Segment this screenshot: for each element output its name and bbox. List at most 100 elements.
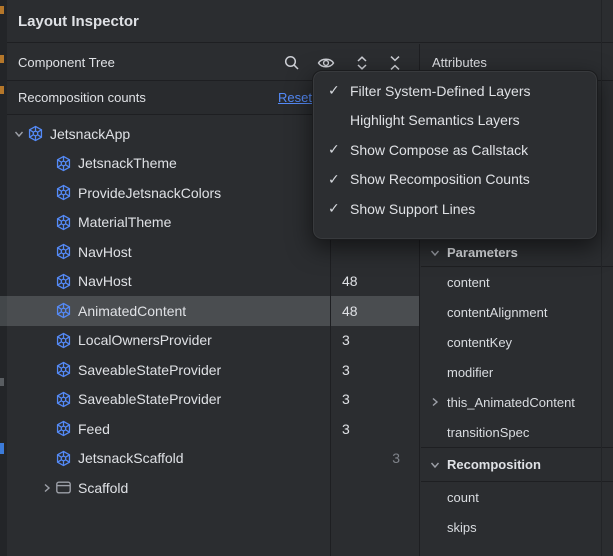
menu-item-filter-system-defined-layers[interactable]: ✓Filter System-Defined Layers [313,76,597,106]
tree-row-saveablestateprovider[interactable]: SaveableStateProvider 3 [7,385,419,415]
menu-item-label: Filter System-Defined Layers [350,83,531,99]
tree-row-label: JetsnackScaffold [78,450,184,466]
recomposition-count-value: 3 [342,326,350,356]
menu-item-show-compose-as-callstack[interactable]: ✓Show Compose as Callstack [313,135,597,165]
attr-item-count[interactable]: count [421,482,613,512]
gutter-warning-mark [0,55,4,63]
compose-node-icon [55,361,72,378]
attr-section-recomposition[interactable]: Recomposition [421,447,613,482]
attr-item-content[interactable]: content [421,267,613,297]
checkmark-icon: ✓ [328,200,350,217]
tree-row-saveablestateprovider[interactable]: SaveableStateProvider 3 [7,355,419,385]
expander-spacer [39,185,55,201]
attr-item-label: skips [447,520,477,535]
chevron-down-icon[interactable] [429,247,441,259]
tree-row-label: LocalOwnersProvider [78,332,212,348]
attr-item-modifier[interactable]: modifier [421,357,613,387]
attr-item-label: contentKey [447,335,512,350]
attributes-right-edge [601,0,602,556]
checkmark-icon: ✓ [328,82,350,99]
tree-row-label: NavHost [78,244,132,260]
menu-item-show-recomposition-counts[interactable]: ✓Show Recomposition Counts [313,165,597,195]
attr-item-label: this_AnimatedContent [447,395,575,410]
search-icon[interactable] [283,54,301,72]
gutter-caret-mark [0,378,4,386]
menu-item-label: Show Support Lines [350,201,475,217]
menu-item-label: Show Recomposition Counts [350,171,530,187]
tree-row-animatedcontent[interactable]: AnimatedContent 48 [7,296,419,326]
recomposition-count-value: 3 [342,355,350,385]
attr-section-parameters[interactable]: Parameters [421,239,613,267]
expander-spacer [39,155,55,171]
compose-node-icon [55,391,72,408]
component-tree-title: Component Tree [18,55,115,70]
checkmark-icon: ✓ [328,141,350,158]
attr-item-label: contentAlignment [447,305,547,320]
expander-spacer [39,214,55,230]
attr-item-transitionSpec[interactable]: transitionSpec [421,417,613,447]
expander-spacer [39,450,55,466]
attr-item-label: transitionSpec [447,425,529,440]
tree-row-label: SaveableStateProvider [78,391,221,407]
expander-spacer [39,391,55,407]
compose-node-icon [55,184,72,201]
expander-spacer [39,421,55,437]
attr-item-label: count [447,490,479,505]
attr-item-this_AnimatedContent[interactable]: this_AnimatedContent [421,387,613,417]
reset-counts-link[interactable]: Reset [278,81,312,115]
recomposition-counts-label: Recomposition counts [18,90,146,105]
scaffold-view-icon [55,479,72,496]
attr-section-title: Parameters [447,245,518,260]
recomposition-count-value: 48 [342,267,358,297]
chevron-down-icon[interactable] [429,459,441,471]
compose-node-icon [55,243,72,260]
compose-node-icon [55,273,72,290]
expander-spacer [39,362,55,378]
gutter-warning-mark [0,86,4,94]
expander-spacer [39,244,55,260]
attr-item-label: content [447,275,490,290]
tree-row-label: JetsnackTheme [78,155,177,171]
expander-spacer [39,332,55,348]
layout-inspector-window: Layout Inspector Component Tree [0,0,613,556]
recomposition-count-value: 3 [342,385,350,415]
tree-row-jetsnackscaffold[interactable]: JetsnackScaffold 3 [7,444,419,474]
menu-item-show-support-lines[interactable]: ✓Show Support Lines [313,194,597,224]
tree-row-label: JetsnackApp [50,126,130,142]
chevron-down-icon[interactable] [11,126,27,142]
page-title: Layout Inspector [7,0,613,43]
tree-row-scaffold[interactable]: Scaffold [7,473,419,503]
menu-item-label: Show Compose as Callstack [350,142,528,158]
view-options-dropdown-menu: ✓Filter System-Defined LayersHighlight S… [312,70,598,240]
tree-row-label: Scaffold [78,480,128,496]
attr-item-contentKey[interactable]: contentKey [421,327,613,357]
compose-node-icon [55,450,72,467]
chevron-right-icon[interactable] [39,480,55,496]
recomposition-count-value: 48 [342,296,358,326]
menu-item-highlight-semantics-layers[interactable]: Highlight Semantics Layers [313,106,597,136]
tree-row-label: SaveableStateProvider [78,362,221,378]
expander-spacer [39,303,55,319]
tree-row-feed[interactable]: Feed 3 [7,414,419,444]
menu-item-label: Highlight Semantics Layers [350,112,520,128]
attr-item-label: modifier [447,365,493,380]
tree-row-navhost[interactable]: NavHost 48 [7,267,419,297]
chevron-right-icon[interactable] [429,396,441,408]
gutter-warning-mark [0,6,4,14]
left-gutter-strip [0,0,7,556]
recomposition-skips-value: 3 [375,444,400,474]
gutter-selection-mark [0,296,7,326]
tree-row-label: NavHost [78,273,132,289]
compose-node-icon [55,155,72,172]
recomposition-count-value: 3 [342,414,350,444]
tree-row-label: Feed [78,421,110,437]
checkmark-icon: ✓ [328,171,350,188]
tree-row-label: ProvideJetsnackColors [78,185,221,201]
tree-row-label: MaterialTheme [78,214,171,230]
tree-row-localownersprovider[interactable]: LocalOwnersProvider 3 [7,326,419,356]
attr-item-contentAlignment[interactable]: contentAlignment [421,297,613,327]
compose-node-icon [27,125,44,142]
attr-item-skips[interactable]: skips [421,512,613,542]
tree-row-navhost[interactable]: NavHost [7,237,419,267]
tree-row-label: AnimatedContent [78,303,186,319]
